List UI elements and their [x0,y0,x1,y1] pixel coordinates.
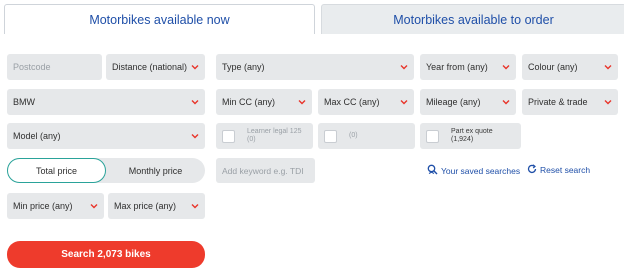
max-price-select[interactable]: Max price (any) [108,193,205,219]
saved-searches-label: Your saved searches [441,165,521,176]
reset-search-link[interactable]: Reset search [527,164,590,176]
make-label: BMW [13,97,35,107]
vehicle-tabs: Motorbikes available now Motorbikes avai… [4,4,624,34]
tab-available-now[interactable]: Motorbikes available now [4,4,315,34]
price-type-toggle: Total price Monthly price [7,158,205,183]
search-bikes-button[interactable]: Search 2,073 bikes [7,241,205,268]
reset-search-label: Reset search [540,165,591,175]
mileage-select[interactable]: Mileage (any) [420,89,516,115]
keyword-placeholder: Add keyword e.g. TDI [222,165,304,176]
learner-legal-checkbox[interactable]: Learner legal 125 (0) [216,123,313,149]
type-select[interactable]: Type (any) [216,54,414,80]
chevron-down-icon [400,98,408,106]
checkbox-box[interactable] [222,129,235,143]
chevron-down-icon [502,98,510,106]
colour-select[interactable]: Colour (any) [522,54,618,80]
chevron-down-icon [604,98,612,106]
chevron-down-icon [191,132,199,140]
checkbox-box[interactable] [324,129,337,143]
model-label: Model (any) [13,131,61,141]
part-ex-quote-checkbox[interactable]: Part ex quote (1,924) [420,123,521,149]
seller-type-select[interactable]: Private & trade [522,89,618,115]
postcode-input[interactable]: Postcode [7,54,102,80]
chevron-down-icon [400,63,408,71]
distance-label: Distance (national) [112,62,188,72]
chevron-down-icon [191,98,199,106]
unnamed-checkbox[interactable]: (0) [318,123,415,149]
checkbox-box[interactable] [426,129,439,143]
year-from-select[interactable]: Year from (any) [420,54,516,80]
chevron-down-icon [502,63,510,71]
colour-label: Colour (any) [528,62,578,72]
chevron-down-icon [90,202,98,210]
distance-select[interactable]: Distance (national) [106,54,205,80]
chevron-down-icon [191,63,199,71]
total-price-option[interactable]: Total price [7,158,106,183]
max-cc-select[interactable]: Max CC (any) [318,89,414,115]
chevron-down-icon [298,98,306,106]
saved-search-icon [427,164,441,177]
model-select[interactable]: Model (any) [7,123,205,149]
reset-icon [527,164,540,176]
type-label: Type (any) [222,62,265,72]
mileage-label: Mileage (any) [426,97,481,107]
max-cc-label: Max CC (any) [324,97,380,107]
min-cc-select[interactable]: Min CC (any) [216,89,312,115]
max-price-label: Max price (any) [114,201,177,211]
seller-type-label: Private & trade [528,97,588,107]
min-price-select[interactable]: Min price (any) [7,193,104,219]
learner-legal-label: Learner legal 125 (0) [247,127,302,144]
tab-available-to-order[interactable]: Motorbikes available to order [321,4,624,34]
monthly-price-option[interactable]: Monthly price [106,158,205,183]
chevron-down-icon [604,63,612,71]
make-select[interactable]: BMW [7,89,205,115]
part-ex-quote-label: Part ex quote (1,924) [451,127,493,144]
keyword-input[interactable]: Add keyword e.g. TDI [216,158,315,183]
saved-searches-link[interactable]: Your saved searches [427,164,520,177]
postcode-placeholder: Postcode [13,62,51,72]
year-from-label: Year from (any) [426,62,488,72]
chevron-down-icon [191,202,199,210]
unnamed-count-label: (0) [349,131,358,139]
min-price-label: Min price (any) [13,201,73,211]
min-cc-label: Min CC (any) [222,97,276,107]
